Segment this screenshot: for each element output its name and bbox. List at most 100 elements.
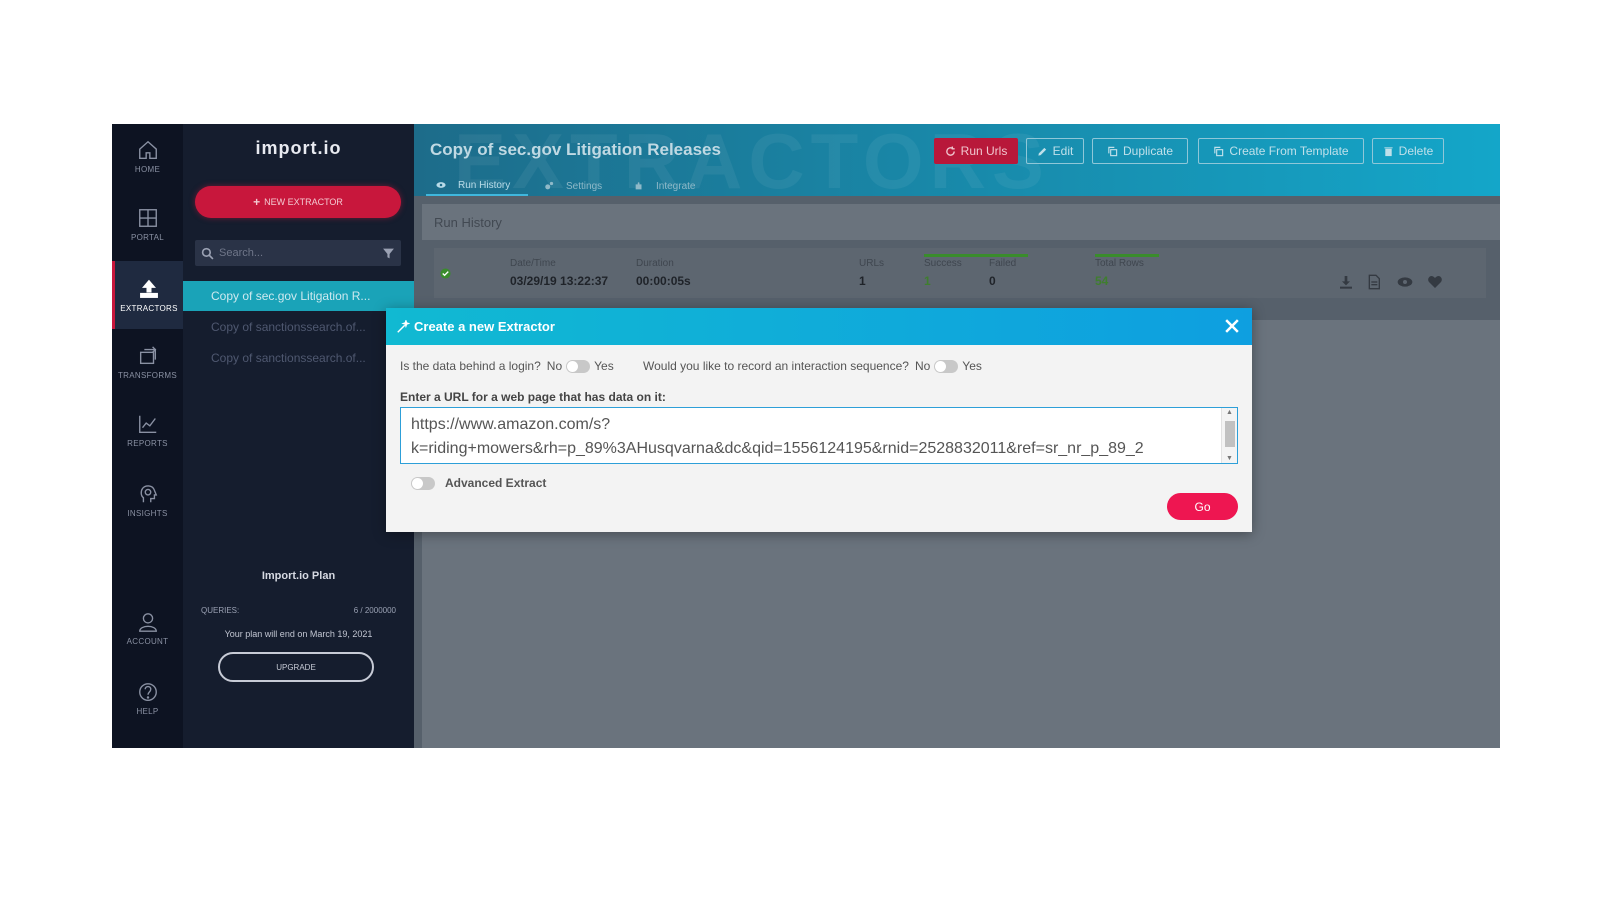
edit-button[interactable]: Edit <box>1026 138 1084 164</box>
login-toggle[interactable] <box>566 359 591 373</box>
scroll-up-icon[interactable]: ▲ <box>1226 409 1233 416</box>
record-no: No <box>914 359 931 373</box>
failed-value: 0 <box>989 274 996 288</box>
total-rows-label: Total Rows <box>1095 258 1144 269</box>
filter-icon[interactable] <box>382 247 395 260</box>
success-bar <box>924 254 1028 257</box>
rail-help-label: HELP <box>136 706 159 716</box>
help-icon <box>138 682 157 701</box>
plan-title: Import.io Plan <box>261 570 336 582</box>
rail-portal[interactable]: PORTAL <box>112 192 183 256</box>
icon-rail: HOME PORTAL EXTRACTORS TRANSFORMS REPORT… <box>112 124 183 748</box>
page-title: Copy of sec.gov Litigation Releases <box>430 140 721 159</box>
rail-portal-label: PORTAL <box>130 232 165 242</box>
rail-account-label: ACCOUNT <box>126 636 169 646</box>
list-item[interactable]: Copy of sanctionssearch.of... <box>183 343 414 373</box>
home-icon <box>138 140 157 159</box>
queries-label: QUERIES: <box>201 606 240 615</box>
close-icon[interactable] <box>1222 316 1242 336</box>
run-urls-label: Run Urls <box>960 144 1008 158</box>
delete-button[interactable]: Delete <box>1372 138 1444 164</box>
logo: import.io <box>255 138 342 158</box>
rail-home-label: HOME <box>134 164 161 174</box>
datetime-label: Date/Time <box>510 258 556 269</box>
transform-icon <box>139 345 156 364</box>
tab-integrate[interactable]: Integrate <box>634 176 695 196</box>
advanced-extract-row: Advanced Extract <box>411 476 546 490</box>
go-button[interactable]: Go <box>1167 493 1238 520</box>
success-label: Success <box>924 258 962 269</box>
scrollbar-thumb[interactable] <box>1225 421 1235 447</box>
failed-label: Failed <box>989 258 1017 269</box>
copy-icon <box>1108 146 1118 156</box>
edit-label: Edit <box>1052 144 1074 158</box>
run-history-title: Run History <box>422 204 1500 240</box>
queries-value: 6 / 2000000 <box>353 606 396 615</box>
create-extractor-modal: Create a new Extractor Is the data behin… <box>386 308 1252 532</box>
duplicate-label: Duplicate <box>1122 144 1174 158</box>
advanced-extract-label: Advanced Extract <box>445 476 547 490</box>
search-icon <box>201 247 214 259</box>
check-circle-icon <box>440 268 451 279</box>
eye-icon <box>436 182 446 188</box>
rail-insights[interactable]: INSIGHTS <box>112 468 183 532</box>
trash-icon <box>1384 146 1393 156</box>
rail-extractors[interactable]: EXTRACTORS <box>112 261 183 329</box>
url-input[interactable] <box>401 408 1219 463</box>
heartbeat-icon[interactable] <box>1427 274 1443 290</box>
rail-extractors-label: EXTRACTORS <box>120 303 178 313</box>
tab-settings[interactable]: Settings <box>544 176 602 196</box>
rail-transforms-label: TRANSFORMS <box>118 370 177 380</box>
document-icon[interactable] <box>1366 274 1382 290</box>
login-question-text: Is the data behind a login? <box>400 359 541 373</box>
duration-label: Duration <box>636 258 674 269</box>
record-toggle[interactable] <box>934 359 959 373</box>
rail-reports[interactable]: REPORTS <box>112 398 183 462</box>
rail-home[interactable]: HOME <box>112 124 183 188</box>
chart-icon <box>138 415 156 433</box>
record-question: Would you like to record an interaction … <box>643 359 982 373</box>
run-urls-button[interactable]: Run Urls <box>934 138 1018 164</box>
extractor-header: EXTRACTORS Copy of sec.gov Litigation Re… <box>414 124 1500 196</box>
url-label: Enter a URL for a web page that has data… <box>400 390 666 404</box>
delete-label: Delete <box>1398 144 1434 158</box>
plan-end-text: Your plan will end on March 19, 2021 <box>224 629 373 639</box>
plus-icon: + <box>253 195 261 209</box>
head-icon <box>140 484 157 502</box>
upgrade-button[interactable]: UPGRADE <box>218 652 374 682</box>
urls-label: URLs <box>859 258 885 269</box>
preview-eye-icon[interactable] <box>1397 274 1413 290</box>
login-yes: Yes <box>594 359 614 373</box>
record-question-text: Would you like to record an interaction … <box>643 359 909 373</box>
scroll-down-icon[interactable]: ▼ <box>1226 455 1233 462</box>
login-no: No <box>546 359 563 373</box>
duplicate-button[interactable]: Duplicate <box>1092 138 1188 164</box>
user-icon <box>138 612 157 632</box>
modal-title: Create a new Extractor <box>414 319 555 334</box>
list-item[interactable]: Copy of sec.gov Litigation R... <box>183 281 414 311</box>
puzzle-icon <box>635 182 642 190</box>
rail-account[interactable]: ACCOUNT <box>112 596 183 660</box>
advanced-extract-toggle[interactable] <box>411 476 435 490</box>
rail-help[interactable]: HELP <box>112 666 183 730</box>
gears-icon <box>545 181 554 190</box>
tab-run-history[interactable]: Run History <box>426 176 528 196</box>
tab-settings-label: Settings <box>566 180 603 192</box>
new-extractor-button[interactable]: + NEW EXTRACTOR <box>195 186 401 218</box>
download-icon[interactable] <box>1338 274 1354 290</box>
success-value: 1 <box>924 274 931 288</box>
datetime-value: 03/29/19 13:22:37 <box>510 274 609 288</box>
list-item[interactable]: Copy of sanctionssearch.of... <box>183 312 414 342</box>
upload-icon <box>140 279 158 298</box>
url-scrollbar[interactable]: ▲ ▼ <box>1221 408 1237 463</box>
create-from-template-label: Create From Template <box>1229 144 1349 158</box>
rail-transforms[interactable]: TRANSFORMS <box>112 330 183 394</box>
create-from-template-button[interactable]: Create From Template <box>1198 138 1364 164</box>
duration-value: 00:00:05s <box>636 274 691 288</box>
rail-reports-label: REPORTS <box>127 438 168 448</box>
modal-header: Create a new Extractor <box>386 308 1252 345</box>
grid-icon <box>138 208 157 227</box>
tab-run-history-label: Run History <box>458 179 511 191</box>
run-history-row[interactable]: Date/Time 03/29/19 13:22:37 Duration 00:… <box>434 248 1486 298</box>
search-input[interactable] <box>219 247 382 259</box>
